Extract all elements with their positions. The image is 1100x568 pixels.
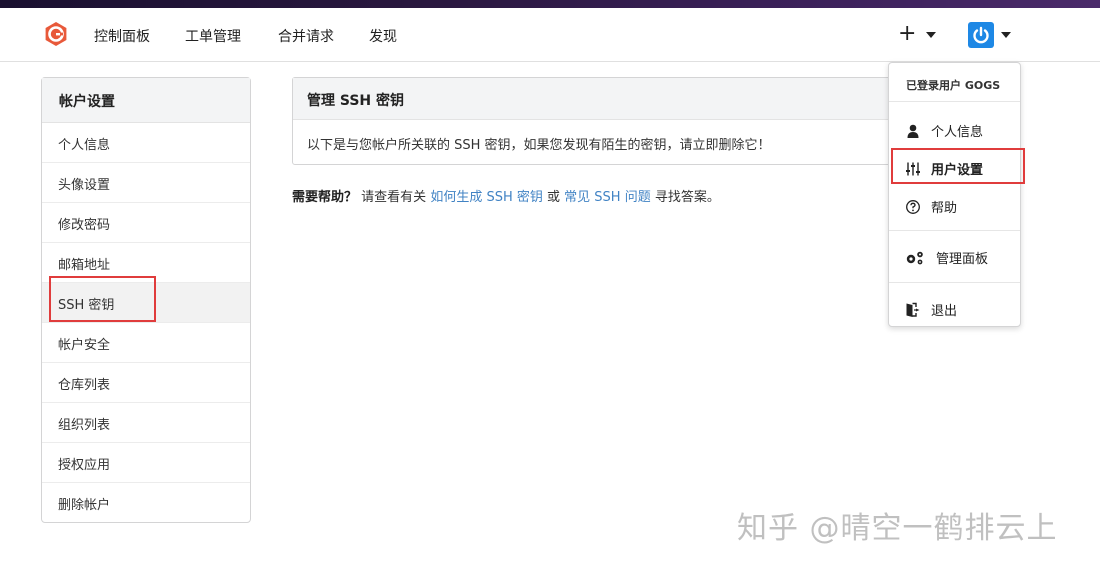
user-dropdown-menu: 已登录用户 GOGS 个人信息 用户设置 帮助 管理面板 退出 <box>888 62 1021 327</box>
sidebar-item-repositories[interactable]: 仓库列表 <box>42 363 250 403</box>
sidebar-item-profile[interactable]: 个人信息 <box>42 123 250 163</box>
power-icon <box>973 26 989 44</box>
menu-item-label: 退出 <box>931 304 958 319</box>
divider <box>889 101 1020 102</box>
sidebar-item-delete-account[interactable]: 删除帐户 <box>42 483 250 523</box>
chevron-down-icon[interactable] <box>1001 32 1011 38</box>
create-plus-button[interactable]: + <box>898 20 916 48</box>
signed-in-user-label: 已登录用户 GOGS <box>906 79 1001 92</box>
menu-item-admin-panel[interactable]: 管理面板 <box>905 248 988 267</box>
help-or: 或 <box>547 190 561 205</box>
sidebar-item-security[interactable]: 帐户安全 <box>42 323 250 363</box>
panel-description: 以下是与您帐户所关联的 SSH 密钥，如果您发现有陌生的密钥，请立即删除它！ <box>307 138 771 153</box>
help-text-1: 请查看有关 <box>361 190 427 205</box>
menu-item-label: 管理面板 <box>936 252 989 267</box>
help-text: 需要帮助？ 请查看有关 如何生成 SSH 密钥 或 常见 SSH 问题 寻找答案… <box>292 186 720 205</box>
divider <box>889 230 1020 231</box>
menu-item-sign-out[interactable]: 退出 <box>905 300 957 319</box>
navbar: 控制面板 工单管理 合并请求 发现 + <box>0 8 1100 62</box>
gogs-logo-icon[interactable] <box>43 21 69 47</box>
sign-out-icon <box>906 302 920 317</box>
nav-explore[interactable]: 发现 <box>369 26 397 46</box>
ssh-keys-panel: 管理 SSH 密钥 以下是与您帐户所关联的 SSH 密钥，如果您发现有陌生的密钥… <box>292 77 892 165</box>
menu-item-profile[interactable]: 个人信息 <box>905 121 983 140</box>
nav-dashboard[interactable]: 控制面板 <box>94 26 150 46</box>
ssh-keys-highlight <box>49 276 156 322</box>
link-generate-ssh-key[interactable]: 如何生成 SSH 密钥 <box>430 190 543 205</box>
sidebar-item-password[interactable]: 修改密码 <box>42 203 250 243</box>
sidebar-item-organizations[interactable]: 组织列表 <box>42 403 250 443</box>
menu-item-label: 个人信息 <box>931 125 984 140</box>
top-gradient-strip <box>0 0 1100 8</box>
sidebar-item-applications[interactable]: 授权应用 <box>42 443 250 483</box>
nav-pull-requests[interactable]: 合并请求 <box>278 26 334 46</box>
help-suffix: 寻找答案。 <box>654 190 720 205</box>
help-prefix: 需要帮助？ <box>292 190 358 205</box>
user-icon <box>907 124 919 138</box>
chevron-down-icon[interactable] <box>926 32 936 38</box>
sidebar-title: 帐户设置 <box>42 78 250 123</box>
divider <box>889 282 1020 283</box>
sidebar-item-avatar[interactable]: 头像设置 <box>42 163 250 203</box>
panel-title: 管理 SSH 密钥 <box>293 78 891 120</box>
avatar[interactable] <box>968 22 994 48</box>
gears-icon <box>906 251 923 264</box>
menu-item-label: 帮助 <box>931 201 958 216</box>
link-ssh-faq[interactable]: 常见 SSH 问题 <box>564 190 651 205</box>
nav-issues[interactable]: 工单管理 <box>185 26 241 46</box>
user-settings-highlight <box>891 148 1025 184</box>
help-icon <box>906 199 920 214</box>
menu-item-help[interactable]: 帮助 <box>905 197 957 216</box>
watermark-text: 知乎 @晴空一鹤排云上 <box>737 511 1058 546</box>
